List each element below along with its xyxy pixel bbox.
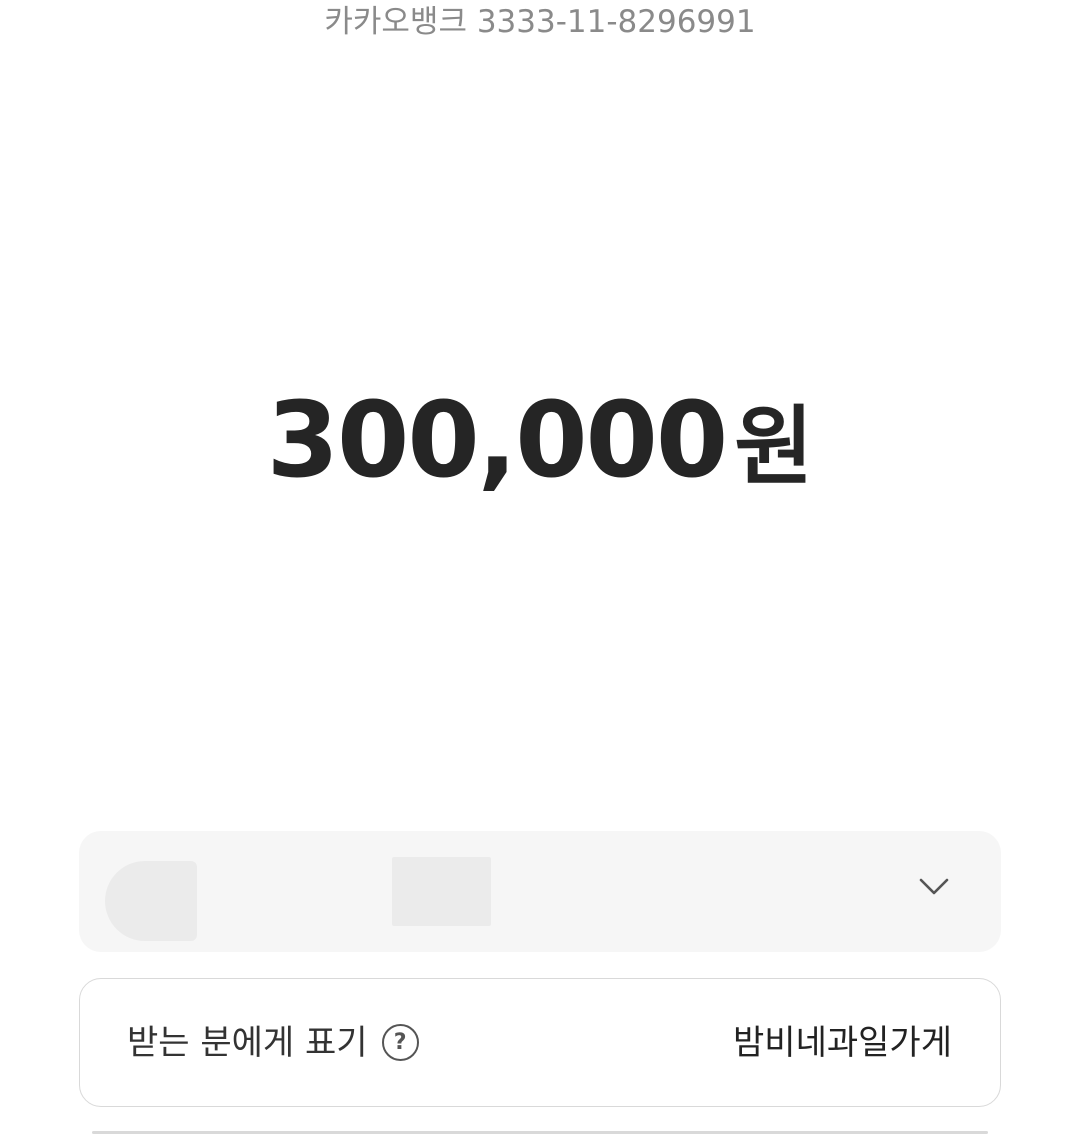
recipient-memo-field[interactable]: 받는 분에게 표기 ? 밤비네과일가게: [79, 978, 1001, 1107]
transfer-amount: 300,000원: [0, 380, 1080, 531]
source-account-select[interactable]: [79, 831, 1001, 952]
amount-currency-unit: 원: [734, 397, 814, 497]
redacted-account-name: [105, 861, 197, 941]
redacted-account-number: [392, 857, 491, 926]
memo-label-group: 받는 분에게 표기 ?: [127, 1023, 419, 1063]
amount-value: 300,000: [266, 379, 729, 501]
memo-label: 받는 분에게 표기: [127, 1022, 368, 1063]
transfer-confirm-screen: 카카오뱅크 3333-11-8296991 300,000원 받는 분에게 표기…: [0, 0, 1080, 1134]
help-icon[interactable]: ?: [381, 1024, 419, 1061]
memo-value[interactable]: 밤비네과일가게: [733, 1023, 952, 1063]
recipient-bank-account: 카카오뱅크 3333-11-8296991: [324, 4, 756, 40]
chevron-down-icon[interactable]: [919, 877, 949, 897]
